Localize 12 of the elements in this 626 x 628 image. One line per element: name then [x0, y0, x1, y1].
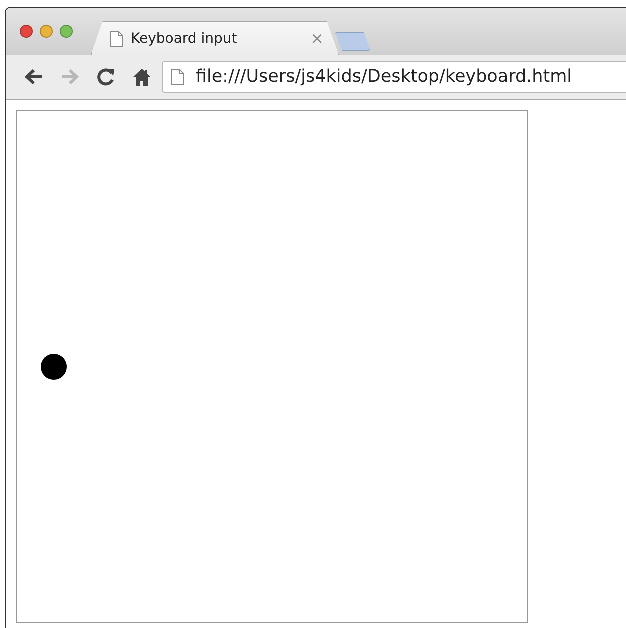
- reload-icon[interactable]: [96, 67, 116, 87]
- home-icon[interactable]: [132, 68, 152, 86]
- page-icon: [171, 69, 184, 85]
- back-arrow-icon[interactable]: [24, 68, 44, 86]
- close-window-icon[interactable]: [20, 25, 33, 38]
- page-icon: [110, 30, 123, 46]
- address-bar[interactable]: file:///Users/js4kids/Desktop/keyboard.html: [162, 61, 626, 93]
- tab-title: Keyboard input: [131, 30, 238, 46]
- minimize-window-icon[interactable]: [40, 25, 53, 38]
- ball-dot: [41, 354, 67, 380]
- browser-tab[interactable]: Keyboard input ×: [91, 21, 339, 55]
- zoom-window-icon[interactable]: [60, 25, 73, 38]
